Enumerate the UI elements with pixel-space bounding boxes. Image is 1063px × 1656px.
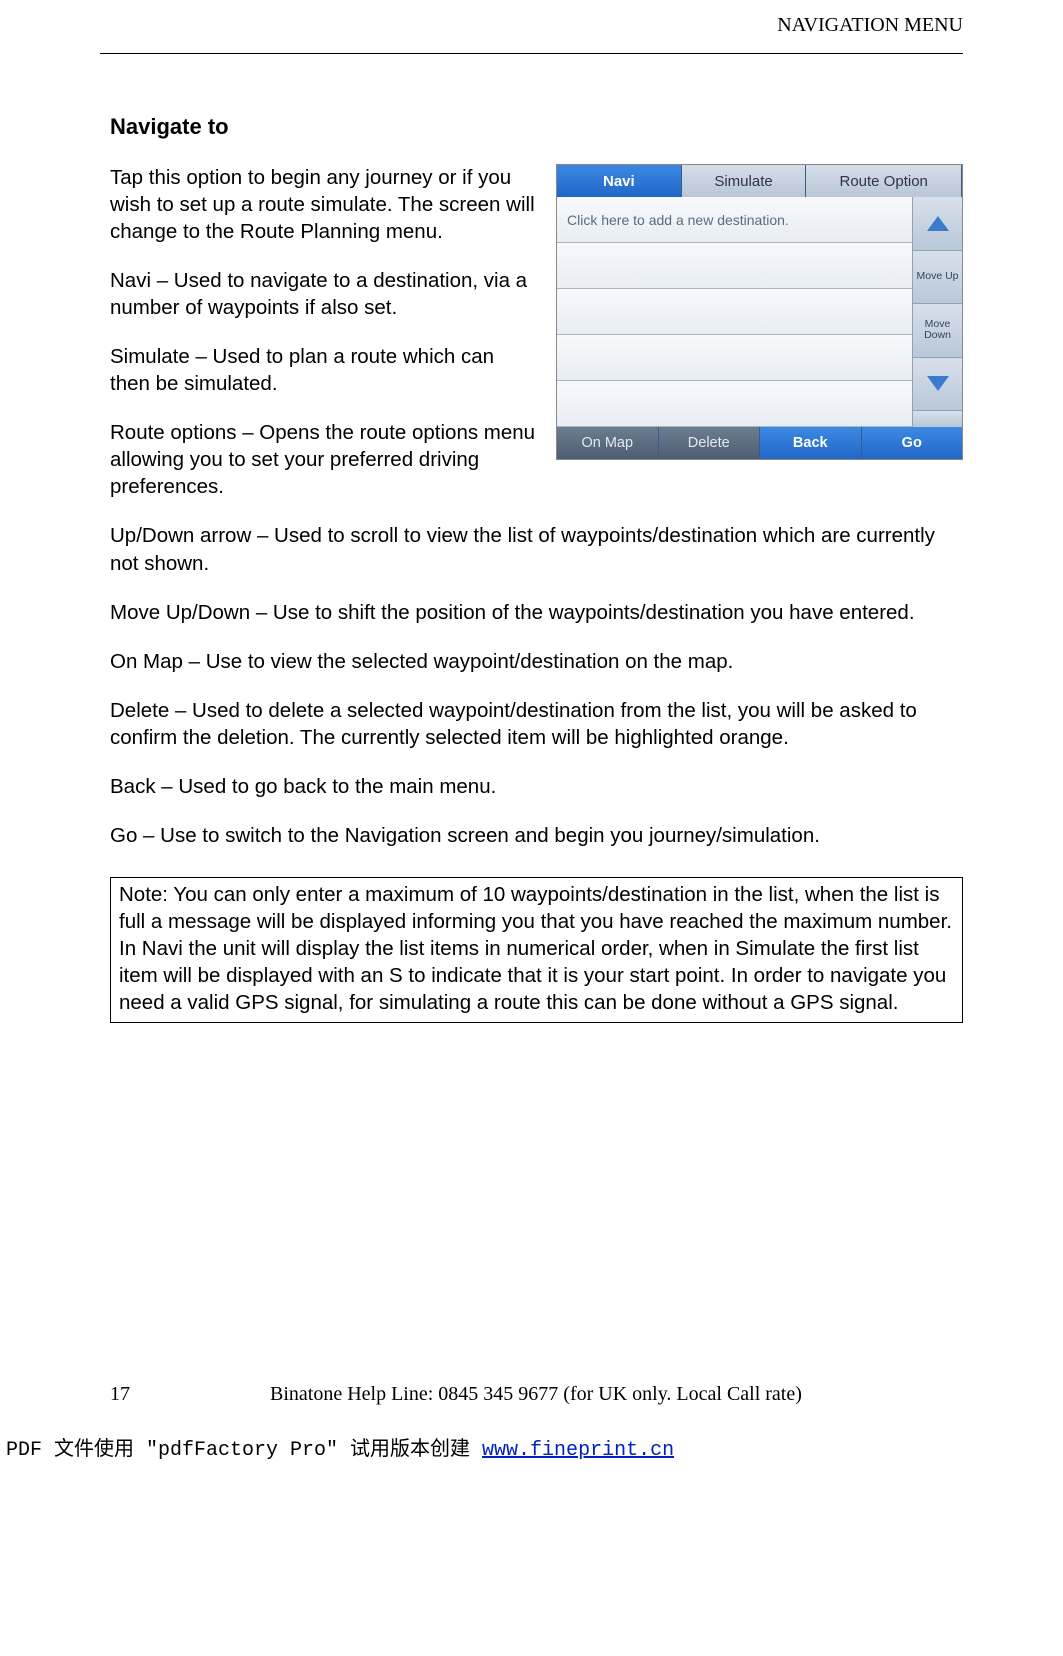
delete-button[interactable]: Delete — [659, 427, 761, 459]
destination-row-empty[interactable] — [557, 335, 912, 381]
destination-row-placeholder[interactable]: Click here to add a new destination. — [557, 197, 912, 243]
tab-navi[interactable]: Navi — [557, 165, 682, 197]
pdf-factory-footer: PDF 文件使用 "pdfFactory Pro" 试用版本创建 www.fin… — [6, 1432, 1063, 1482]
scroll-down-button[interactable] — [912, 358, 962, 412]
move-down-label: Move Down — [913, 319, 962, 341]
tab-route-option[interactable]: Route Option — [806, 165, 962, 197]
destination-row-empty[interactable] — [557, 243, 912, 289]
go-button[interactable]: Go — [862, 427, 963, 459]
move-up-button[interactable]: Move Up — [912, 251, 962, 305]
route-planning-screenshot: Navi Simulate Route Option Click here to… — [556, 164, 963, 460]
tab-simulate[interactable]: Simulate — [682, 165, 807, 197]
destination-row-empty[interactable] — [557, 289, 912, 335]
pdf-footer-link[interactable]: www.fineprint.cn — [482, 1439, 674, 1462]
scroll-up-button[interactable] — [912, 197, 962, 251]
page-header-title: NAVIGATION MENU — [0, 14, 963, 37]
side-spacer — [912, 411, 962, 427]
move-down-button[interactable]: Move Down — [912, 304, 962, 358]
back-button[interactable]: Back — [760, 427, 862, 459]
page-number: 17 — [110, 1383, 230, 1406]
para-back: Back – Used to go back to the main menu. — [110, 773, 963, 800]
move-up-label: Move Up — [916, 271, 958, 282]
on-map-button[interactable]: On Map — [557, 427, 659, 459]
helpline-text: Binatone Help Line: 0845 345 9677 (for U… — [270, 1383, 963, 1406]
pdf-footer-prefix: PDF 文件使用 "pdfFactory Pro" 试用版本创建 — [6, 1439, 482, 1462]
header-divider — [100, 53, 963, 54]
para-onmap: On Map – Use to view the selected waypoi… — [110, 648, 963, 675]
destination-row-empty[interactable] — [557, 381, 912, 427]
para-updown: Up/Down arrow – Used to scroll to view t… — [110, 522, 963, 576]
triangle-down-icon — [927, 376, 949, 391]
para-go: Go – Use to switch to the Navigation scr… — [110, 822, 963, 849]
section-heading: Navigate to — [110, 114, 963, 140]
note-box: Note: You can only enter a maximum of 10… — [110, 877, 963, 1023]
para-delete: Delete – Used to delete a selected waypo… — [110, 697, 963, 751]
para-moveud: Move Up/Down – Use to shift the position… — [110, 599, 963, 626]
triangle-up-icon — [927, 216, 949, 231]
